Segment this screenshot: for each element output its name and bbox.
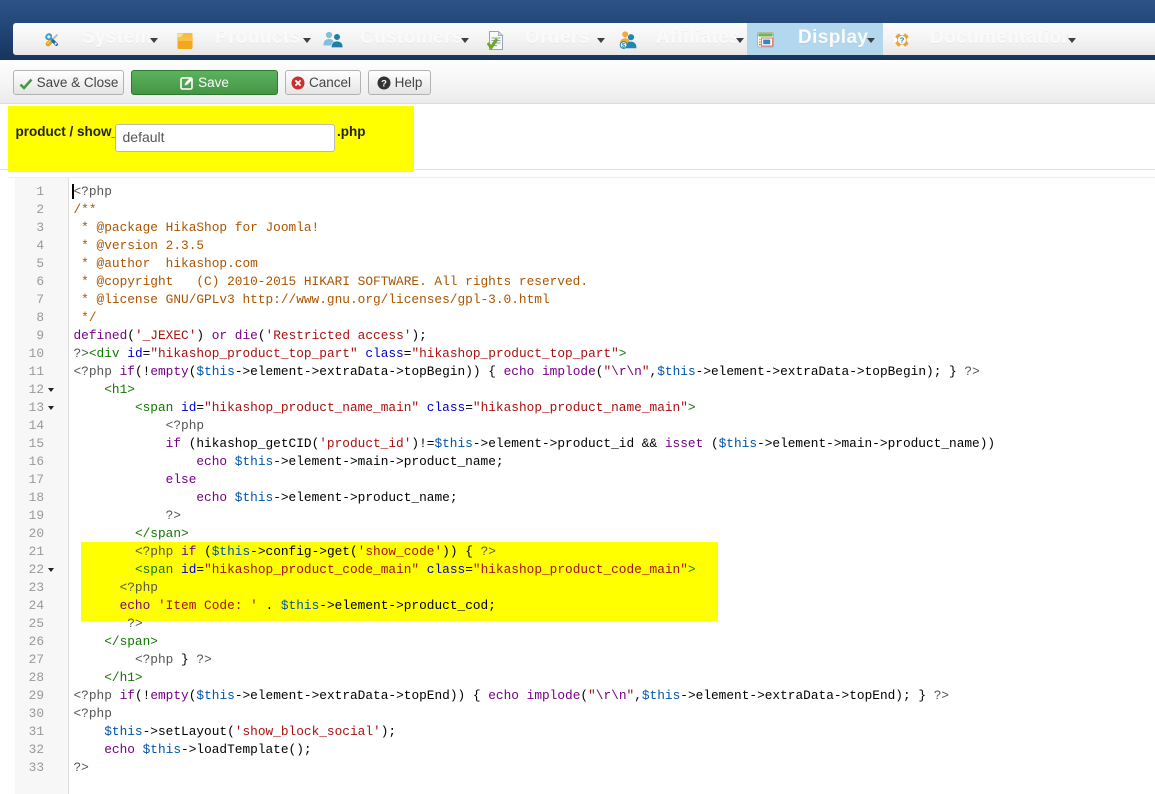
- svg-text:?: ?: [381, 78, 387, 89]
- svg-text:$: $: [622, 42, 626, 49]
- svg-text:?: ?: [900, 36, 905, 45]
